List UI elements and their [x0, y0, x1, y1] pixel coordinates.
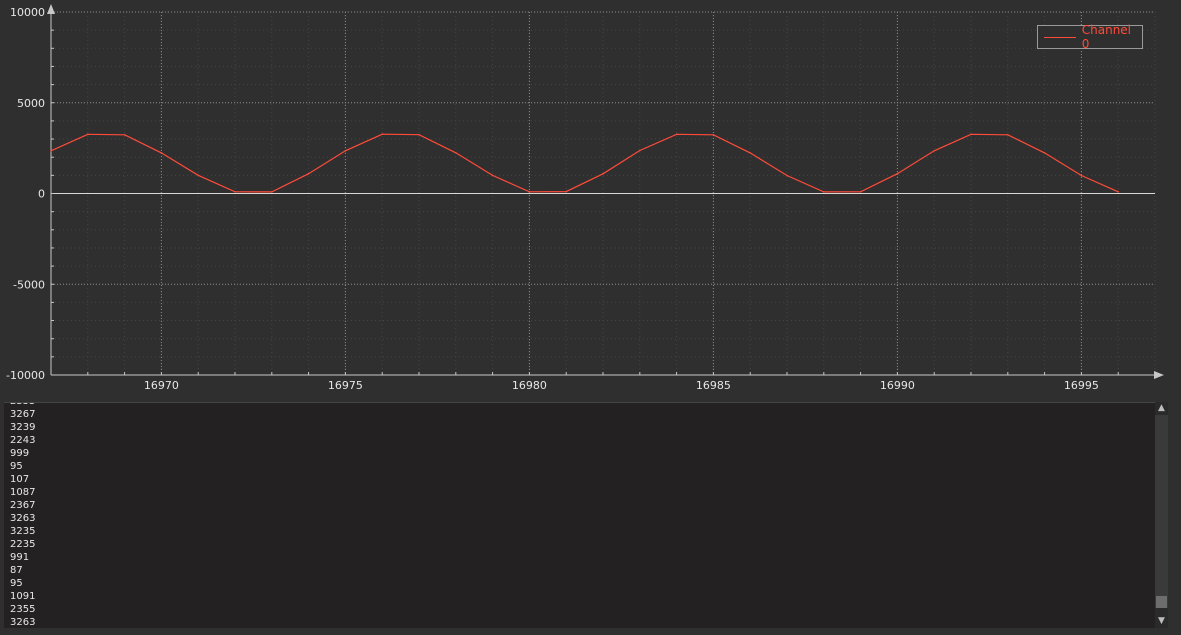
data-point — [418, 133, 420, 136]
y-tick-label: 0 — [38, 188, 45, 201]
data-point — [528, 190, 531, 193]
data-point — [859, 190, 862, 193]
data-point — [823, 191, 825, 193]
y-tick-label: -5000 — [13, 278, 45, 291]
data-point — [381, 133, 384, 136]
bottom-strip — [0, 628, 1181, 635]
console-line: 95 — [10, 461, 23, 472]
data-point — [970, 133, 972, 136]
console-line: 3267 — [10, 409, 36, 420]
data-point — [749, 152, 751, 154]
data-point — [344, 149, 347, 152]
data-point — [491, 174, 494, 177]
data-point — [234, 190, 236, 193]
data-point — [455, 151, 457, 154]
y-tick-label: 5000 — [17, 97, 45, 110]
console-line: 3239 — [10, 422, 36, 433]
series-line-channel-0 — [50, 133, 1119, 193]
scroll-down-icon[interactable]: ▼ — [1155, 615, 1168, 627]
data-point — [565, 190, 567, 193]
data-point — [1080, 174, 1083, 177]
serial-plotter-window: 16970 16975 16980 16985 16990 16995 10000 5000 0… — [0, 0, 1181, 635]
console-line: 999 — [10, 448, 30, 459]
data-point — [307, 172, 310, 175]
console-line: 1087 — [10, 487, 36, 498]
data-point — [639, 149, 641, 152]
data-point — [197, 174, 199, 177]
data-point — [1007, 133, 1009, 136]
data-point — [602, 172, 604, 175]
x-tick-label: 16970 — [144, 379, 179, 392]
console-line: 3235 — [10, 526, 36, 537]
console-line: 991 — [10, 552, 30, 563]
x-tick-label: 16980 — [512, 379, 547, 392]
console-line: 95 — [10, 578, 23, 589]
data-point — [160, 152, 163, 154]
console-line: 107 — [10, 474, 30, 485]
data-point — [786, 174, 788, 177]
console-line: 2367 — [10, 500, 36, 511]
data-point — [675, 133, 678, 136]
scroll-up-icon[interactable]: ▲ — [1155, 402, 1168, 414]
y-tick-label: 10000 — [10, 6, 45, 19]
legend-label: Channel 0 — [1081, 23, 1132, 51]
scroll-thumb[interactable] — [1156, 596, 1167, 608]
console-line: 2235 — [10, 539, 36, 550]
data-point — [896, 172, 899, 175]
data-point — [1043, 152, 1046, 154]
data-point — [271, 191, 273, 193]
plot-area[interactable]: 16970 16975 16980 16985 16990 16995 10000 5000 0… — [0, 0, 1181, 398]
x-tick-label: 16985 — [696, 379, 731, 392]
console-lines: 2355 3267 3239 2243 999 95 107 1087 2367 3263 3235… — [10, 403, 36, 629]
data-point — [712, 133, 715, 136]
data-point — [50, 149, 52, 152]
console-line: 2243 — [10, 435, 36, 446]
x-tick-label: 16995 — [1064, 379, 1099, 392]
y-tick-label: -10000 — [6, 369, 45, 382]
serial-output-console[interactable]: 2355 3267 3239 2243 999 95 107 1087 2367 3263 3235… — [4, 402, 1155, 629]
console-line: 1091 — [10, 591, 36, 602]
vertical-scrollbar[interactable]: ▲ ▼ — [1155, 402, 1168, 628]
data-point — [123, 133, 126, 136]
x-tick-label: 16990 — [880, 379, 915, 392]
line-chart[interactable]: 16970 16975 16980 16985 16990 16995 10000 5000 0… — [0, 0, 1181, 398]
legend-swatch — [1044, 36, 1076, 38]
data-point — [87, 133, 89, 136]
scroll-track[interactable] — [1155, 415, 1168, 608]
x-tick-label: 16975 — [328, 379, 363, 392]
console-line: 3263 — [10, 513, 36, 524]
data-point — [1117, 190, 1119, 193]
legend: Channel 0 — [1037, 23, 1143, 51]
console-line: 2355 — [10, 604, 36, 615]
console-line: 87 — [10, 565, 23, 576]
data-point — [933, 149, 935, 152]
